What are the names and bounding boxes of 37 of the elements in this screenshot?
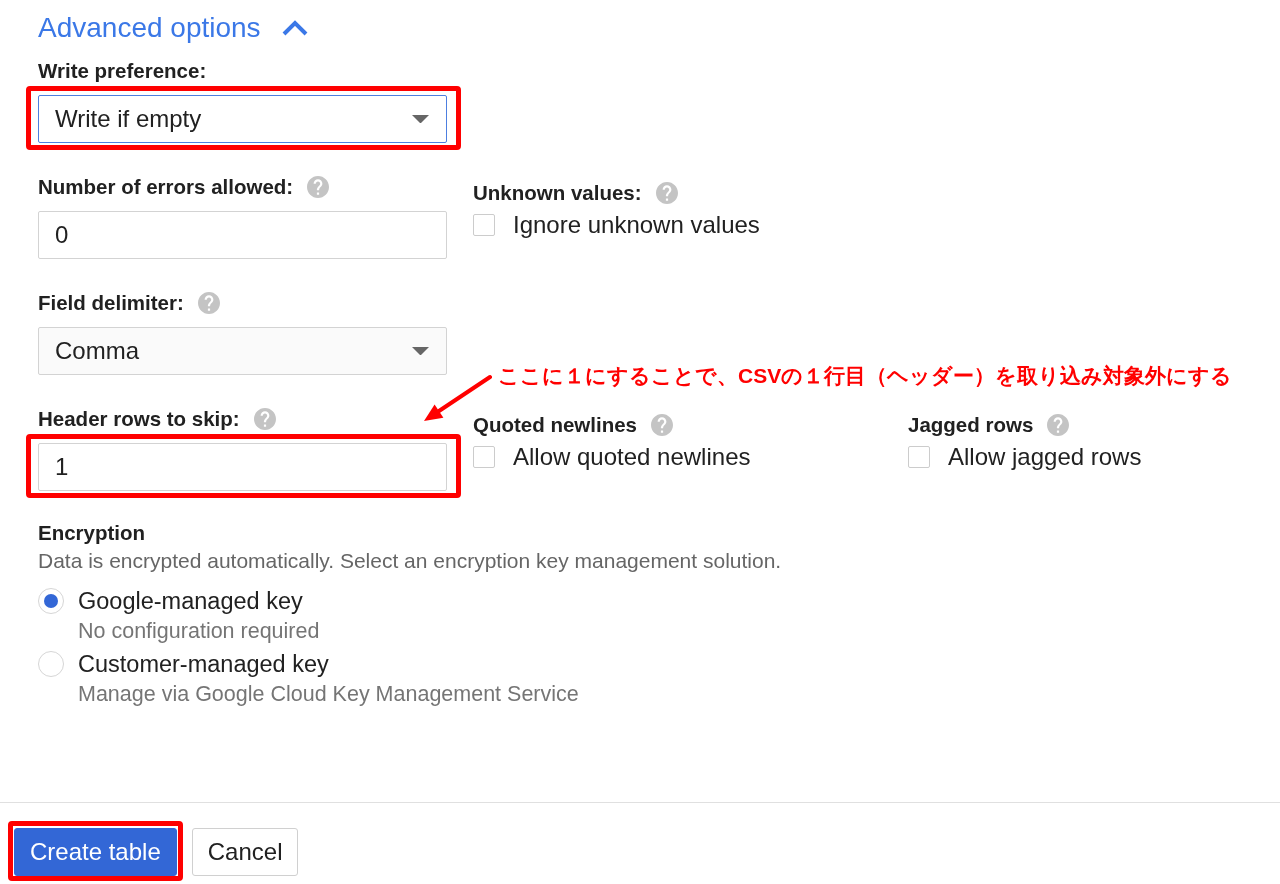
field-label: Jagged rows — [908, 413, 1034, 437]
help-icon[interactable] — [253, 408, 276, 430]
radio-label[interactable]: Customer-managed key — [78, 650, 329, 678]
section-title: Encryption — [38, 521, 147, 545]
radio-button[interactable] — [38, 588, 64, 614]
input-field[interactable]: 1 — [38, 443, 447, 491]
help-icon[interactable] — [655, 182, 678, 204]
checkbox-label[interactable]: Ignore unknown values — [513, 211, 760, 239]
checkbox[interactable] — [908, 446, 930, 468]
checkbox[interactable] — [473, 214, 495, 236]
section-description: Data is encrypted automatically. Select an encryption key management solution. — [38, 548, 783, 574]
input-field[interactable]: 0 — [38, 211, 447, 259]
dropdown[interactable]: Comma — [38, 327, 447, 375]
caret-icon — [412, 346, 429, 356]
field-label: Number of errors allowed: — [38, 175, 294, 199]
field-label: Header rows to skip: — [38, 407, 240, 431]
field-label: Field delimiter: — [38, 291, 184, 315]
help-icon[interactable] — [197, 292, 220, 314]
checkbox[interactable] — [473, 446, 495, 468]
help-icon[interactable] — [1047, 414, 1070, 436]
field-label: Unknown values: — [473, 181, 642, 205]
help-icon[interactable] — [651, 414, 674, 436]
checkbox-label[interactable]: Allow jagged rows — [948, 443, 1142, 471]
radio-button[interactable] — [38, 651, 64, 677]
field-label: Write preference: — [38, 59, 207, 83]
field-label: Quoted newlines — [473, 413, 638, 437]
annotation-note: ここに１にすることで、CSVの１行目（ヘッダー）を取り込み対象外にする — [498, 364, 1233, 388]
advanced-options-toggle[interactable]: Advanced options — [38, 12, 308, 44]
caret-icon — [412, 114, 429, 124]
radio-label[interactable]: Google-managed key — [78, 587, 303, 615]
dropdown[interactable]: Write if empty — [38, 95, 447, 143]
checkbox-label[interactable]: Allow quoted newlines — [513, 443, 751, 471]
option-hint: No configuration required — [78, 618, 321, 644]
option-hint: Manage via Google Cloud Key Management Service — [78, 681, 580, 707]
cancel-button[interactable]: Cancel — [191, 828, 299, 876]
help-icon[interactable] — [307, 176, 330, 198]
create-button[interactable]: Create table — [14, 828, 177, 876]
